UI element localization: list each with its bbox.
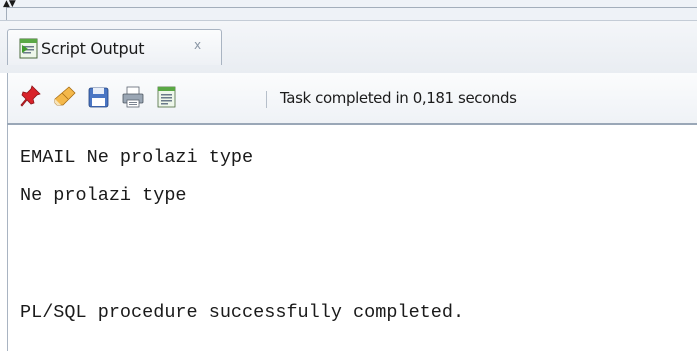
- close-tab-icon[interactable]: x: [194, 38, 201, 52]
- toolbar-separator: [266, 91, 267, 108]
- minimize-maximize-arrows-icon[interactable]: ▲▼: [3, 0, 16, 9]
- tab-label[interactable]: Script Output: [41, 39, 144, 58]
- eraser-icon[interactable]: [53, 84, 77, 110]
- floppy-disk-icon[interactable]: [87, 84, 111, 110]
- output-line: EMAIL Ne prolazi type: [20, 147, 254, 168]
- panel-header-strip: ▲▼: [0, 0, 697, 21]
- pin-icon[interactable]: [19, 84, 43, 110]
- script-output-panel: ▲▼ Script Output x Task completed in 0,1…: [0, 0, 697, 351]
- script-output-text-area[interactable]: EMAIL Ne prolazi type Ne prolazi type PL…: [7, 125, 697, 351]
- task-status-text: Task completed in 0,181 seconds: [280, 89, 517, 107]
- document-icon[interactable]: [155, 84, 179, 110]
- output-line: PL/SQL procedure successfully completed.: [20, 302, 465, 323]
- printer-icon[interactable]: [121, 84, 145, 110]
- script-output-icon: [19, 38, 38, 59]
- output-line: Ne prolazi type: [20, 185, 187, 206]
